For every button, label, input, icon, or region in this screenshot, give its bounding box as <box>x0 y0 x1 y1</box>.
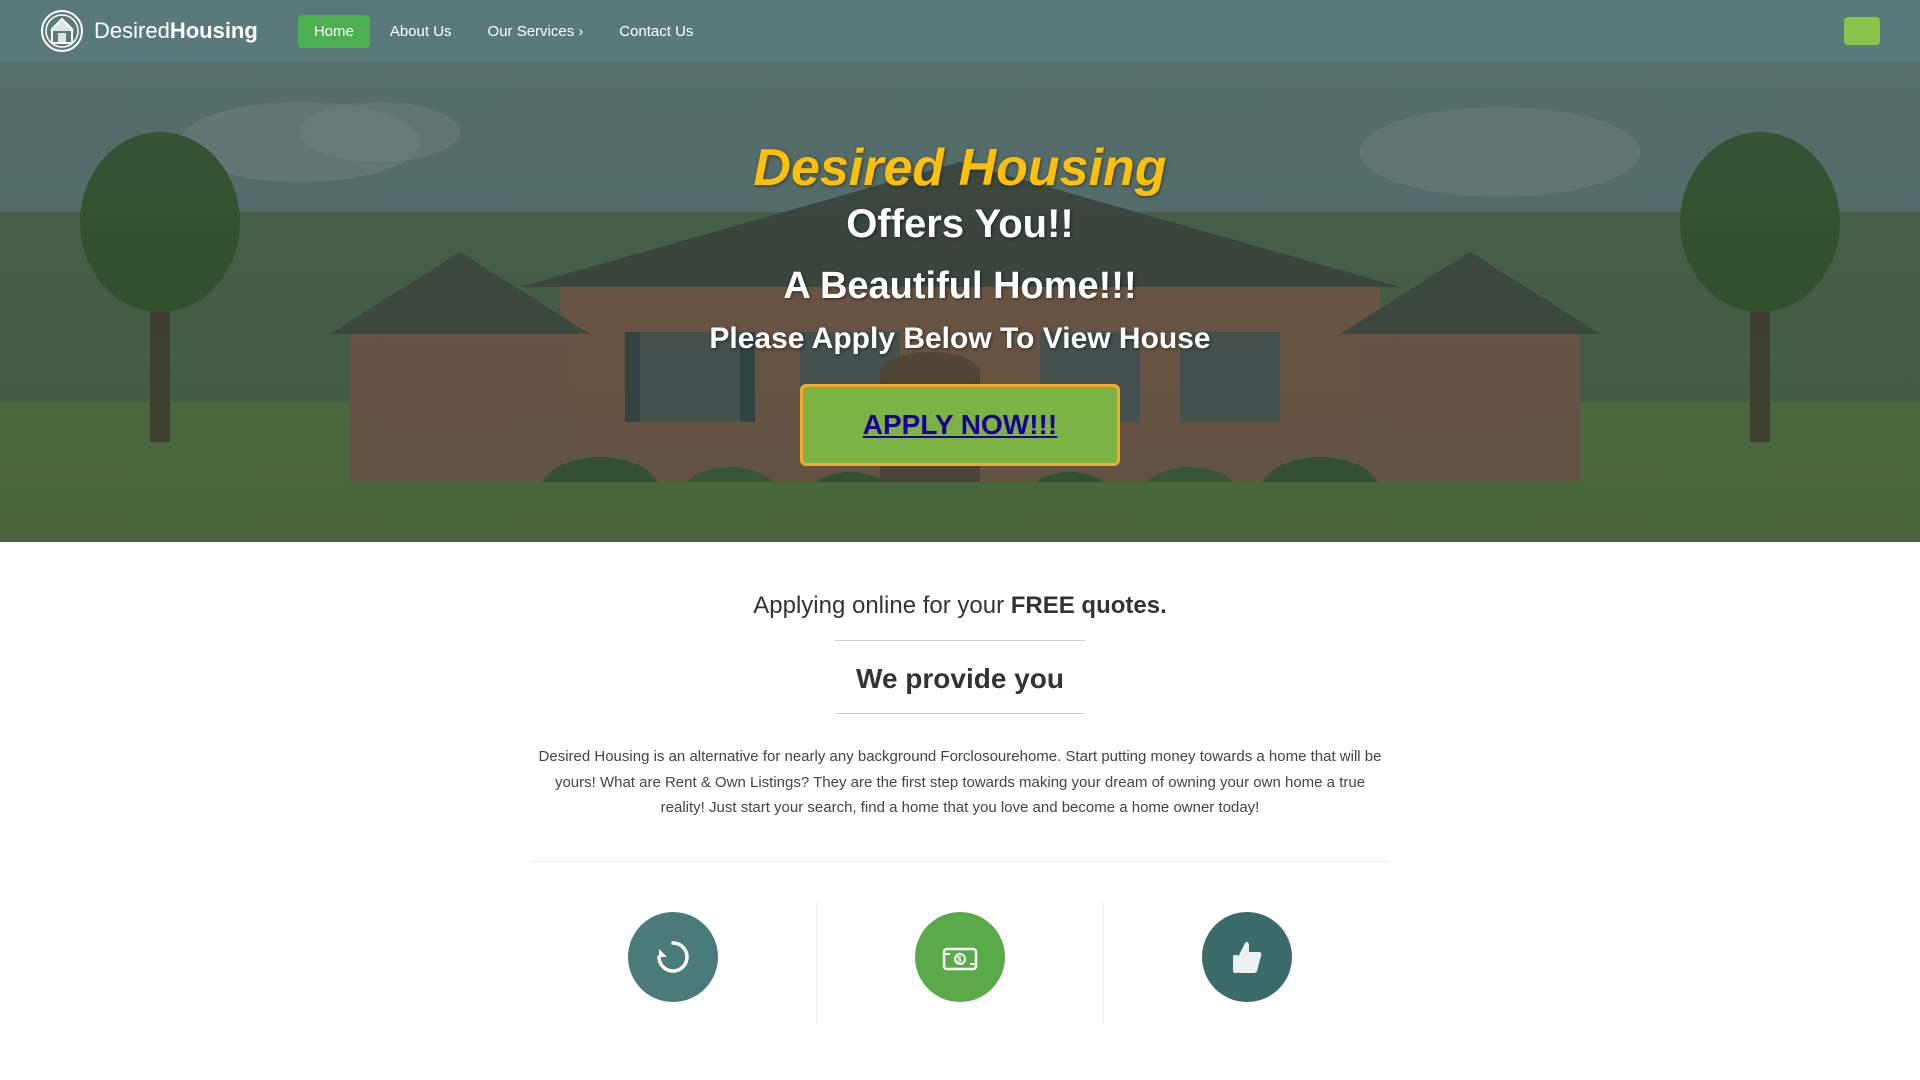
chevron-down-icon: › <box>578 23 583 40</box>
icon-col-3 <box>1104 902 1390 1024</box>
nav-right-area <box>1844 17 1880 45</box>
divider-1 <box>835 640 1085 641</box>
nav-home[interactable]: Home <box>298 15 370 48</box>
icon-thumbs-up <box>1202 912 1292 1002</box>
navbar: DesiredHousing Home About Us Our Service… <box>0 0 1920 62</box>
logo[interactable]: DesiredHousing <box>40 9 258 53</box>
hero-line3: Please Apply Below To View House <box>709 322 1210 356</box>
svg-text:$: $ <box>957 955 962 964</box>
divider-2 <box>835 713 1085 714</box>
icon-col-2: $ <box>817 902 1104 1024</box>
hero-content: Desired Housing Offers You!! A Beautiful… <box>709 138 1210 466</box>
nav-links: Home About Us Our Services › Contact Us <box>298 15 1844 48</box>
content-section: Applying online for your FREE quotes. We… <box>510 542 1410 1064</box>
icons-row: $ <box>530 861 1390 1024</box>
we-provide-title: We provide you <box>530 663 1390 695</box>
hero-section: Desired Housing Offers You!! A Beautiful… <box>0 62 1920 542</box>
nav-cta-button[interactable] <box>1844 17 1880 45</box>
logo-text: DesiredHousing <box>94 18 258 44</box>
nav-about[interactable]: About Us <box>374 15 468 48</box>
icon-refresh <box>628 912 718 1002</box>
icon-money: $ <box>915 912 1005 1002</box>
nav-contact[interactable]: Contact Us <box>603 15 709 48</box>
hero-line2: A Beautiful Home!!! <box>709 265 1210 308</box>
hero-subtitle: Offers You!! <box>709 202 1210 247</box>
apply-now-button[interactable]: APPLY NOW!!! <box>800 384 1120 466</box>
description-text: Desired Housing is an alternative for ne… <box>535 744 1385 821</box>
icon-col-1 <box>530 902 817 1024</box>
logo-icon <box>40 9 84 53</box>
free-quotes-text: Applying online for your FREE quotes. <box>530 592 1390 620</box>
hero-title: Desired Housing <box>709 138 1210 198</box>
nav-services[interactable]: Our Services › <box>472 15 600 48</box>
